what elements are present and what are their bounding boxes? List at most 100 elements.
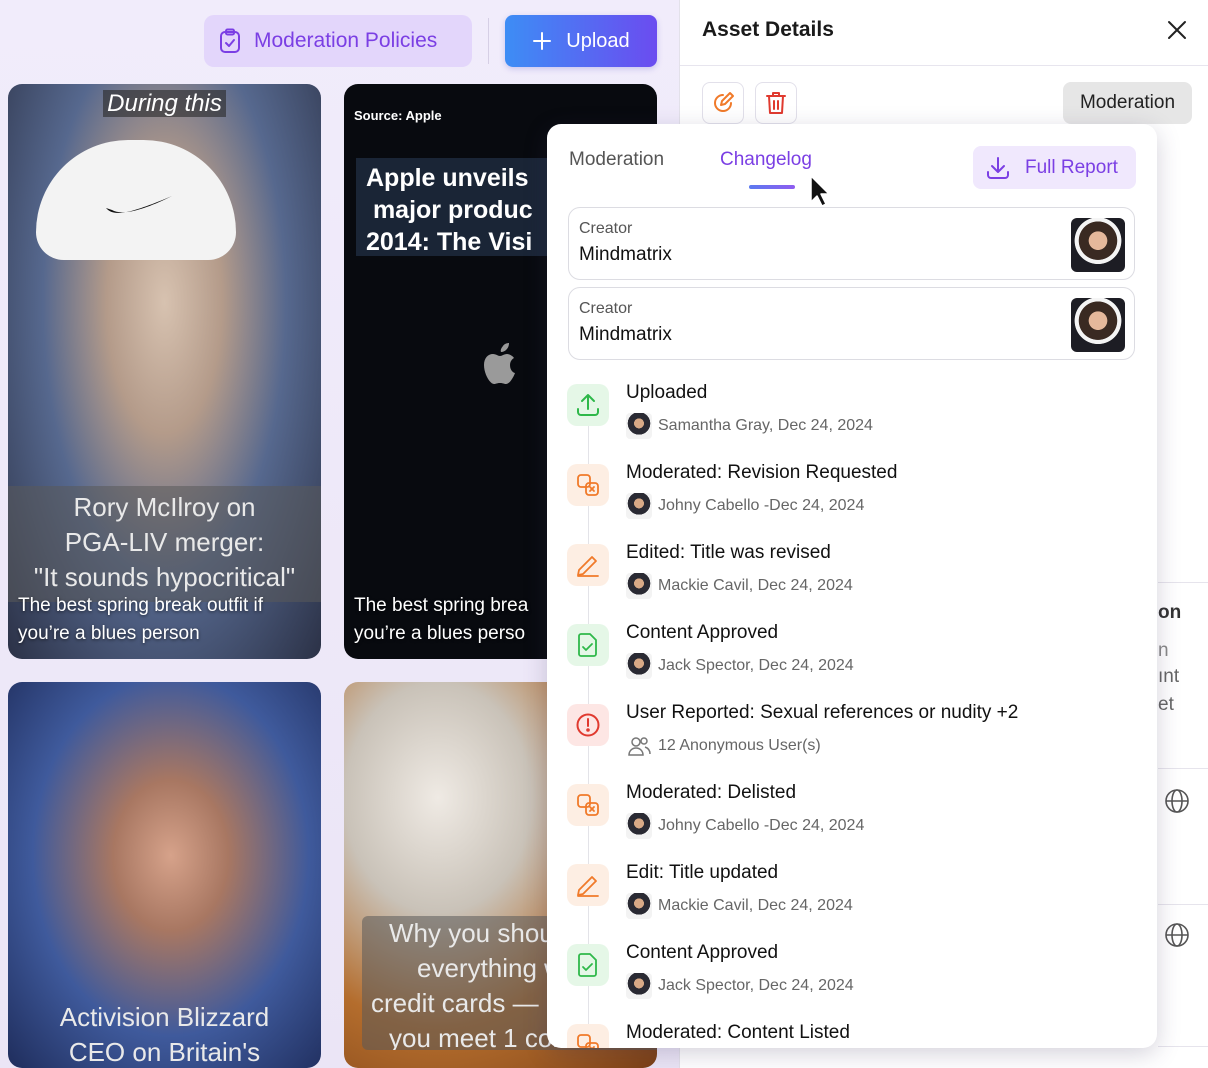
changelog-event: Moderated: Delisted Johny Cabello -Dec 2… (567, 782, 1147, 864)
caption-line: The best spring brea (354, 595, 529, 616)
mouse-cursor-icon (810, 175, 830, 207)
creator-label: Creator (579, 220, 633, 237)
event-meta: Johny Cabello -Dec 24, 2024 (626, 493, 864, 519)
card-caption: The best spring break outfit if you’re a… (18, 592, 263, 648)
changelog-event: Content Approved Jack Spector, Dec 24, 2… (567, 942, 1147, 1024)
upload-button[interactable]: Upload (505, 15, 657, 67)
creator-card: Creator Mindmatrix (568, 287, 1135, 360)
avatar (1071, 218, 1125, 272)
creator-name: Mindmatrix (579, 324, 672, 345)
event-meta-text: Johny Cabello -Dec 24, 2024 (658, 497, 865, 514)
card-overlay-text: Activision Blizzard CEO on Britain's (8, 1000, 321, 1068)
approved-document-icon (567, 624, 609, 666)
section-divider (1158, 768, 1208, 769)
panel-divider (680, 65, 1208, 66)
changelog-event: Edited: Title was revised Mackie Cavil, … (567, 542, 1147, 624)
globe-icon[interactable] (1164, 788, 1190, 814)
event-meta-text: Mackie Cavil, Dec 24, 2024 (658, 577, 853, 594)
event-meta: Jack Spector, Dec 24, 2024 (626, 973, 854, 999)
tab-moderation[interactable]: Moderation (569, 149, 664, 171)
overlay-line: CEO on Britain's (68, 1037, 261, 1067)
event-meta-text: Mackie Cavil, Dec 24, 2024 (658, 897, 853, 914)
event-meta: Mackie Cavil, Dec 24, 2024 (626, 573, 853, 599)
moderation-swap-icon (567, 784, 609, 826)
plus-icon (533, 32, 552, 50)
approved-document-icon (567, 944, 609, 986)
changelog-event: Moderated: Content Listed (567, 1022, 1147, 1048)
delete-asset-button[interactable] (755, 82, 797, 124)
event-title: Moderated: Delisted (626, 782, 797, 803)
card-caption: The best spring brea you’re a blues pers… (354, 592, 528, 648)
pencil-icon (567, 864, 609, 906)
card-top-caption: During this (8, 90, 321, 118)
event-meta-text: Samantha Gray, Dec 24, 2024 (658, 417, 873, 434)
changelog-event: Moderated: Revision Requested Johny Cabe… (567, 462, 1147, 544)
event-meta: 12 Anonymous User(s) (626, 733, 821, 759)
trash-icon (766, 92, 786, 114)
event-title: Moderated: Content Listed (626, 1022, 850, 1043)
moderation-policies-label: Moderation Policies (254, 29, 438, 52)
caption-line: The best spring break outfit if (18, 595, 264, 616)
edit-asset-button[interactable] (702, 82, 744, 124)
pencil-icon (567, 544, 609, 586)
caption-line: you’re a blues perso (354, 623, 526, 644)
moderation-swap-icon (567, 464, 609, 506)
toolbar-divider (488, 18, 489, 64)
avatar (626, 973, 652, 999)
event-title: Content Approved (626, 942, 779, 963)
event-title: Edited: Title was revised (626, 542, 831, 563)
caption-line: you’re a blues person (18, 623, 200, 644)
event-meta-text: Johny Cabello -Dec 24, 2024 (658, 817, 865, 834)
video-card[interactable]: Activision Blizzard CEO on Britain's (8, 682, 321, 1068)
changelog-event: Edit: Title updated Mackie Cavil, Dec 24… (567, 862, 1147, 944)
panel-text-fragment: n (1158, 640, 1169, 661)
swoosh-icon (106, 196, 172, 213)
upload-label: Upload (566, 29, 630, 52)
changelog-event: User Reported: Sexual references or nudi… (567, 702, 1147, 784)
overlay-line: Activision Blizzard (59, 1002, 270, 1032)
creator-label: Creator (579, 300, 633, 317)
alert-circle-icon (567, 704, 609, 746)
avatar (626, 813, 652, 839)
event-meta-text: Jack Spector, Dec 24, 2024 (658, 977, 854, 994)
event-meta: Mackie Cavil, Dec 24, 2024 (626, 893, 853, 919)
clipboard-check-icon (220, 28, 240, 53)
avatar (626, 413, 652, 439)
avatar (626, 893, 652, 919)
creator-card: Creator Mindmatrix (568, 207, 1135, 280)
avatar (626, 573, 652, 599)
avatar (626, 653, 652, 679)
creator-name: Mindmatrix (579, 244, 672, 265)
card-overlay-text: Rory McIlroy on PGA-LIV merger: "It soun… (8, 486, 321, 602)
globe-icon[interactable] (1164, 922, 1190, 948)
section-divider (1158, 1046, 1208, 1047)
close-icon[interactable] (1166, 19, 1188, 41)
changelog-popover: Moderation Changelog Full Report Creator… (547, 124, 1157, 1048)
event-meta: Jack Spector, Dec 24, 2024 (626, 653, 854, 679)
video-card[interactable]: During this Rory McIlroy on PGA-LIV merg… (8, 84, 321, 659)
event-meta: Johny Cabello -Dec 24, 2024 (626, 813, 864, 839)
event-meta-text: 12 Anonymous User(s) (658, 737, 821, 754)
full-report-button[interactable]: Full Report (973, 146, 1136, 189)
panel-text-fragment: ınt (1158, 666, 1180, 687)
edit-icon (714, 92, 734, 112)
event-title: User Reported: Sexual references or nudi… (626, 702, 1019, 723)
gallery-toolbar: Moderation Policies Upload (0, 0, 679, 84)
changelog-event: Uploaded Samantha Gray, Dec 24, 2024 (567, 382, 1147, 464)
event-title: Edit: Title updated (626, 862, 779, 883)
event-meta-text: Jack Spector, Dec 24, 2024 (658, 657, 854, 674)
full-report-label: Full Report (1025, 156, 1118, 178)
panel-text-fragment: on (1158, 602, 1182, 623)
moderation-toggle-button[interactable]: Moderation (1063, 82, 1192, 124)
moderation-policies-button[interactable]: Moderation Policies (204, 15, 472, 67)
moderation-swap-icon (567, 1024, 609, 1048)
tab-changelog[interactable]: Changelog (720, 149, 812, 171)
overlay-line: "It sounds hypocritical" (33, 562, 296, 592)
event-title: Content Approved (626, 622, 779, 643)
changelog-event: Content Approved Jack Spector, Dec 24, 2… (567, 622, 1147, 704)
download-icon (987, 156, 1009, 179)
avatar (1071, 298, 1125, 352)
section-divider (1158, 582, 1208, 583)
panel-title: Asset Details (702, 18, 834, 41)
event-title: Moderated: Revision Requested (626, 462, 898, 483)
